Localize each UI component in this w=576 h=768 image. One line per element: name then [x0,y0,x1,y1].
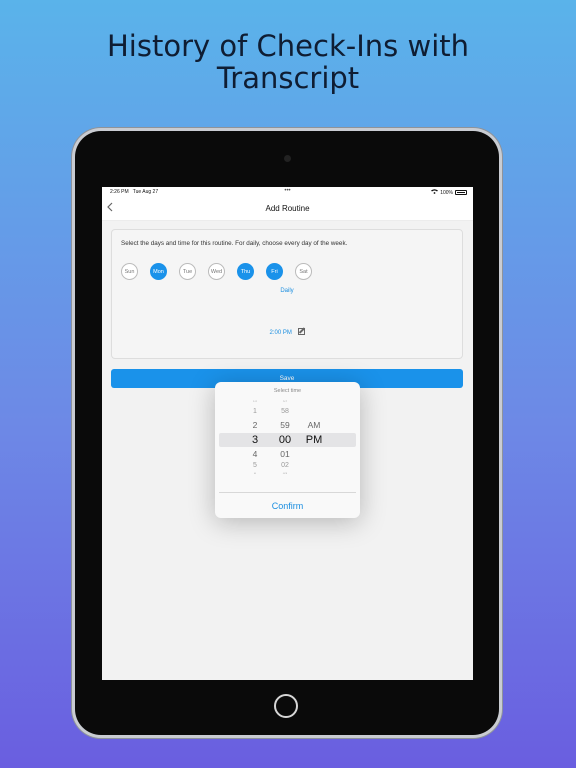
hour-option[interactable]: 4 [245,449,265,459]
status-right: 100% [431,189,467,196]
hour-option[interactable]: 6 [245,473,265,475]
minute-option[interactable]: 57 [275,401,295,403]
picker-title: Select time [273,388,302,394]
page-title: Add Routine [265,204,310,213]
period-option[interactable]: AM [304,420,324,430]
day-button-wed[interactable]: Wed [208,263,225,280]
confirm-button[interactable]: Confirm [215,501,360,511]
time-picker-popup: Select time 12 1 2 3 4 5 6 57 58 59 00 0… [215,382,360,518]
frequency-label: Daily [280,288,294,294]
headline: History of Check-Ins with Transcript [0,30,576,94]
battery-icon [455,190,467,195]
routine-card: Select the days and time for this routin… [111,229,463,359]
multitasking-dots: ••• [284,188,291,194]
day-button-thu[interactable]: Thu [237,263,254,280]
minute-option[interactable]: 58 [275,408,295,415]
status-bar: 2:26 PM Tue Aug 27 ••• 100% [102,187,473,197]
instruction-text: Select the days and time for this routin… [121,240,348,247]
home-button[interactable] [274,694,298,718]
day-button-sat[interactable]: Sat [295,263,312,280]
wifi-icon [431,189,439,196]
minute-option-selected[interactable]: 00 [275,434,295,446]
hour-option[interactable]: 2 [245,420,265,430]
period-option-selected[interactable]: PM [304,434,324,446]
minute-option[interactable]: 02 [275,462,295,469]
minute-option[interactable]: 59 [275,420,295,430]
camera-icon [284,155,291,162]
navigation-bar: Add Routine [102,197,473,221]
hour-option-selected[interactable]: 3 [245,434,265,446]
headline-line-1: History of Check-Ins with [106,29,470,63]
picker-divider [219,492,356,493]
day-button-mon[interactable]: Mon [150,263,167,280]
minute-option[interactable]: 01 [275,449,295,459]
hour-option[interactable]: 1 [245,408,265,415]
headline-line-2: Transcript [216,61,360,95]
hour-option[interactable]: 5 [245,462,265,469]
edit-icon[interactable] [297,328,305,335]
time-row[interactable]: 2:00 PM [112,328,462,336]
battery-percent: 100% [440,189,453,196]
app-screen: 2:26 PM Tue Aug 27 ••• 100% Add Routine … [102,187,473,680]
minute-option[interactable]: 03 [275,473,295,475]
routine-time[interactable]: 2:00 PM [269,330,291,336]
day-selector: Sun Mon Tue Wed Thu Fri Sat [121,263,312,280]
day-button-sun[interactable]: Sun [121,263,138,280]
hour-option[interactable]: 12 [245,401,265,403]
day-button-tue[interactable]: Tue [179,263,196,280]
day-button-fri[interactable]: Fri [266,263,283,280]
ipad-device-frame: 2:26 PM Tue Aug 27 ••• 100% Add Routine … [75,131,499,735]
